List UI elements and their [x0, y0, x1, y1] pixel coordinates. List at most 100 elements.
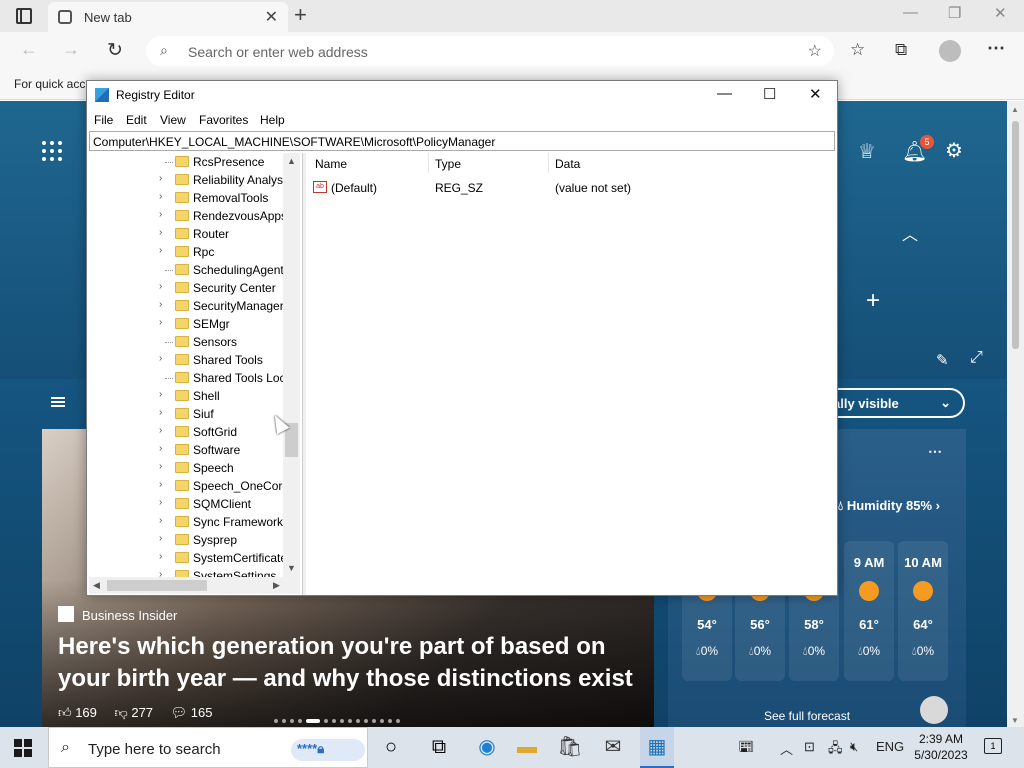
taskbar-search-box[interactable]: ⌕ Type here to search ****🔒︎ [48, 727, 368, 768]
expand-chevron-icon[interactable]: › [159, 227, 162, 238]
menu-icon[interactable] [51, 397, 65, 407]
notification-center-button[interactable]: 1 [984, 738, 1002, 754]
menu-help[interactable]: Help [260, 113, 285, 127]
tree-item[interactable]: › Reliability Analysi [89, 171, 286, 189]
expand-chevron-icon[interactable]: › [159, 515, 162, 526]
file-explorer-icon[interactable]: ▬ [514, 734, 540, 760]
edge-browser-icon[interactable]: ◉ [474, 734, 500, 760]
tree-item[interactable]: › Sync Framework [89, 513, 285, 531]
tab-new-tab[interactable]: New tab ✕ [48, 2, 288, 32]
forward-button[interactable]: → [62, 39, 80, 60]
maximize-button[interactable]: ☐ [763, 85, 776, 103]
dislike-button[interactable]: 👎︎ 277 [115, 705, 154, 720]
volume-muted-icon[interactable]: 🔇︎ [850, 739, 858, 755]
tree-horizontal-scrollbar[interactable]: ◀ ▶ [89, 577, 300, 594]
expand-chevron-icon[interactable]: › [159, 425, 162, 436]
registry-editor-titlebar[interactable]: Registry Editor — ☐ ✕ [87, 81, 837, 110]
back-button[interactable]: ← [20, 39, 38, 60]
hour-forecast[interactable]: 9 AM 61° 💧︎0% [844, 541, 894, 681]
column-separator[interactable] [548, 153, 549, 173]
minimize-browser-button[interactable]: — [903, 4, 918, 21]
tree-item[interactable]: › Speech_OneCore [89, 477, 287, 495]
news-icon[interactable]: 📰︎ [738, 739, 755, 755]
close-button[interactable]: ✕ [809, 85, 822, 103]
tree-item[interactable]: › SoftGrid [89, 423, 285, 441]
menu-view[interactable]: View [160, 113, 186, 127]
rewards-icon[interactable]: ♕ [858, 139, 876, 164]
like-button[interactable]: 👍︎ 169 [58, 705, 97, 720]
page-scroll-thumb[interactable] [1012, 121, 1019, 349]
language-indicator[interactable]: ENG [876, 739, 904, 754]
tree-item[interactable]: › SystemSettings [89, 567, 285, 577]
tree-item[interactable]: Shared Tools Loca [89, 369, 287, 387]
task-view-icon[interactable]: ⧉ [426, 734, 452, 760]
assistant-button[interactable] [920, 696, 948, 724]
show-hidden-icons-chevron-icon[interactable]: ︿ [780, 739, 793, 758]
comment-button[interactable]: 💬︎ 165 [171, 705, 213, 720]
column-separator[interactable] [428, 153, 429, 173]
scroll-left-icon[interactable]: ◀ [93, 580, 100, 591]
menu-edit[interactable]: Edit [126, 113, 147, 127]
tree-item[interactable]: › RemovalTools [89, 189, 285, 207]
onedrive-icon[interactable]: ⊡ [804, 739, 815, 755]
scroll-down-icon[interactable]: ▼ [1011, 716, 1019, 725]
expand-chevron-icon[interactable]: › [159, 191, 162, 202]
tree-item[interactable]: › Router [89, 225, 285, 243]
carousel-pager[interactable] [274, 712, 422, 723]
scroll-down-icon[interactable]: ▼ [287, 563, 296, 573]
start-button[interactable] [14, 739, 32, 757]
tree-item[interactable]: RcsPresence [89, 153, 285, 171]
collapse-chevron-icon[interactable]: ︿ [902, 221, 918, 245]
tree-item[interactable]: › Software [89, 441, 285, 459]
expand-chevron-icon[interactable]: › [159, 569, 162, 577]
tree-item[interactable]: › Shell [89, 387, 285, 405]
tree-item[interactable]: › Rpc [89, 243, 285, 261]
tree-vertical-scrollbar[interactable]: ▲ ▼ [283, 153, 300, 577]
expand-chevron-icon[interactable]: › [159, 173, 162, 184]
column-header-type[interactable]: Type [435, 157, 461, 171]
tree-item[interactable]: › SQMClient [89, 495, 285, 513]
expand-chevron-icon[interactable]: › [159, 497, 162, 508]
humidity-link[interactable]: 💧︎ Humidity 85% › [838, 498, 940, 514]
edit-background-icon[interactable]: ✎ [936, 351, 949, 369]
page-scrollbar[interactable]: ▲ ▼ [1007, 101, 1024, 727]
pane-splitter[interactable] [302, 153, 306, 595]
tree-item[interactable]: › SystemCertificate [89, 549, 287, 567]
expand-chevron-icon[interactable]: › [159, 461, 162, 472]
tree-item[interactable]: SchedulingAgent [89, 261, 285, 279]
expand-chevron-icon[interactable]: › [159, 389, 162, 400]
collections-icon[interactable]: ⧉ [895, 40, 907, 60]
weather-more-icon[interactable]: ⋯ [928, 443, 942, 460]
tree-item[interactable]: › Shared Tools [89, 351, 285, 369]
expand-chevron-icon[interactable]: › [159, 533, 162, 544]
expand-chevron-icon[interactable]: › [159, 479, 162, 490]
tree-item[interactable]: › Sysprep [89, 531, 285, 549]
tree-item[interactable]: › SEMgr [89, 315, 285, 333]
more-options-icon[interactable]: ⋯ [987, 38, 1005, 59]
add-shortcut-icon[interactable]: + [866, 287, 880, 315]
expand-chevron-icon[interactable]: › [159, 407, 162, 418]
registry-editor-taskbar-button[interactable]: ▦ [640, 727, 674, 768]
column-header-data[interactable]: Data [555, 157, 580, 171]
cortana-icon[interactable]: ○ [378, 734, 404, 760]
expand-chevron-icon[interactable]: › [159, 245, 162, 256]
expand-chevron-icon[interactable]: › [159, 281, 162, 292]
tab-actions-icon[interactable] [16, 8, 32, 24]
expand-chevron-icon[interactable]: › [159, 353, 162, 364]
microsoft-store-icon[interactable]: 🛍︎ [557, 734, 583, 760]
favorites-icon[interactable]: ☆ [850, 40, 865, 60]
tree-item[interactable]: › Speech [89, 459, 285, 477]
expand-chevron-icon[interactable]: › [159, 209, 162, 220]
hour-forecast[interactable]: 10 AM 64° 💧︎0% [898, 541, 948, 681]
tree-item[interactable]: Sensors [89, 333, 285, 351]
scroll-up-icon[interactable]: ▲ [1011, 105, 1019, 114]
new-tab-button[interactable]: + [294, 2, 307, 28]
tree-item[interactable]: › Security Center [89, 279, 285, 297]
see-full-forecast-button[interactable]: See full forecast [764, 709, 850, 723]
close-tab-icon[interactable]: ✕ [265, 7, 278, 27]
close-browser-button[interactable]: ✕ [994, 4, 1007, 22]
tree-item[interactable]: › Siuf [89, 405, 285, 423]
network-icon[interactable]: 🖧︎ [828, 739, 843, 761]
settings-gear-icon[interactable]: ⚙ [945, 138, 963, 163]
registry-value-row[interactable]: ab (Default) REG_SZ (value not set) [307, 179, 835, 197]
